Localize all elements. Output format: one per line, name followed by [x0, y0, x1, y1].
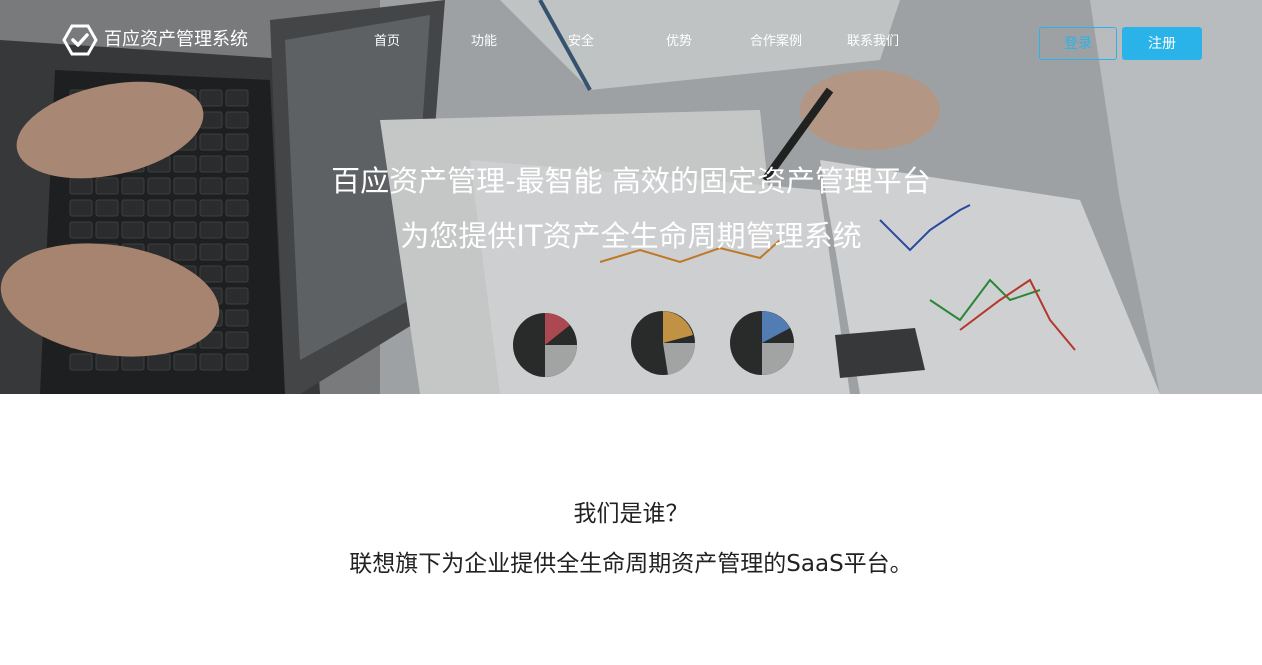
about-description: 联想旗下为企业提供全生命周期资产管理的SaaS平台。	[349, 551, 913, 577]
register-button[interactable]: 注册	[1122, 27, 1202, 60]
hero-subheadline: 为您提供IT资产全生命周期管理系统	[400, 219, 862, 253]
login-button[interactable]: 登录	[1039, 27, 1117, 60]
nav-item-security[interactable]: 安全	[568, 32, 594, 52]
about-title: 我们是谁？	[573, 501, 689, 527]
nav-item-advantages[interactable]: 优势	[666, 32, 692, 52]
hero-headline: 百应资产管理-最智能 高效的固定资产管理平台	[331, 164, 931, 198]
nav-item-features[interactable]: 功能	[471, 32, 497, 52]
nav-item-cases[interactable]: 合作案例	[750, 32, 802, 52]
nav-item-contact[interactable]: 联系我们	[847, 32, 899, 52]
nav-item-home[interactable]: 首页	[374, 32, 400, 52]
hero-banner: 百应资产管理系统 首页 功能 安全 优势 合作案例 联系我们 登录 注册 百应资…	[0, 0, 1262, 394]
